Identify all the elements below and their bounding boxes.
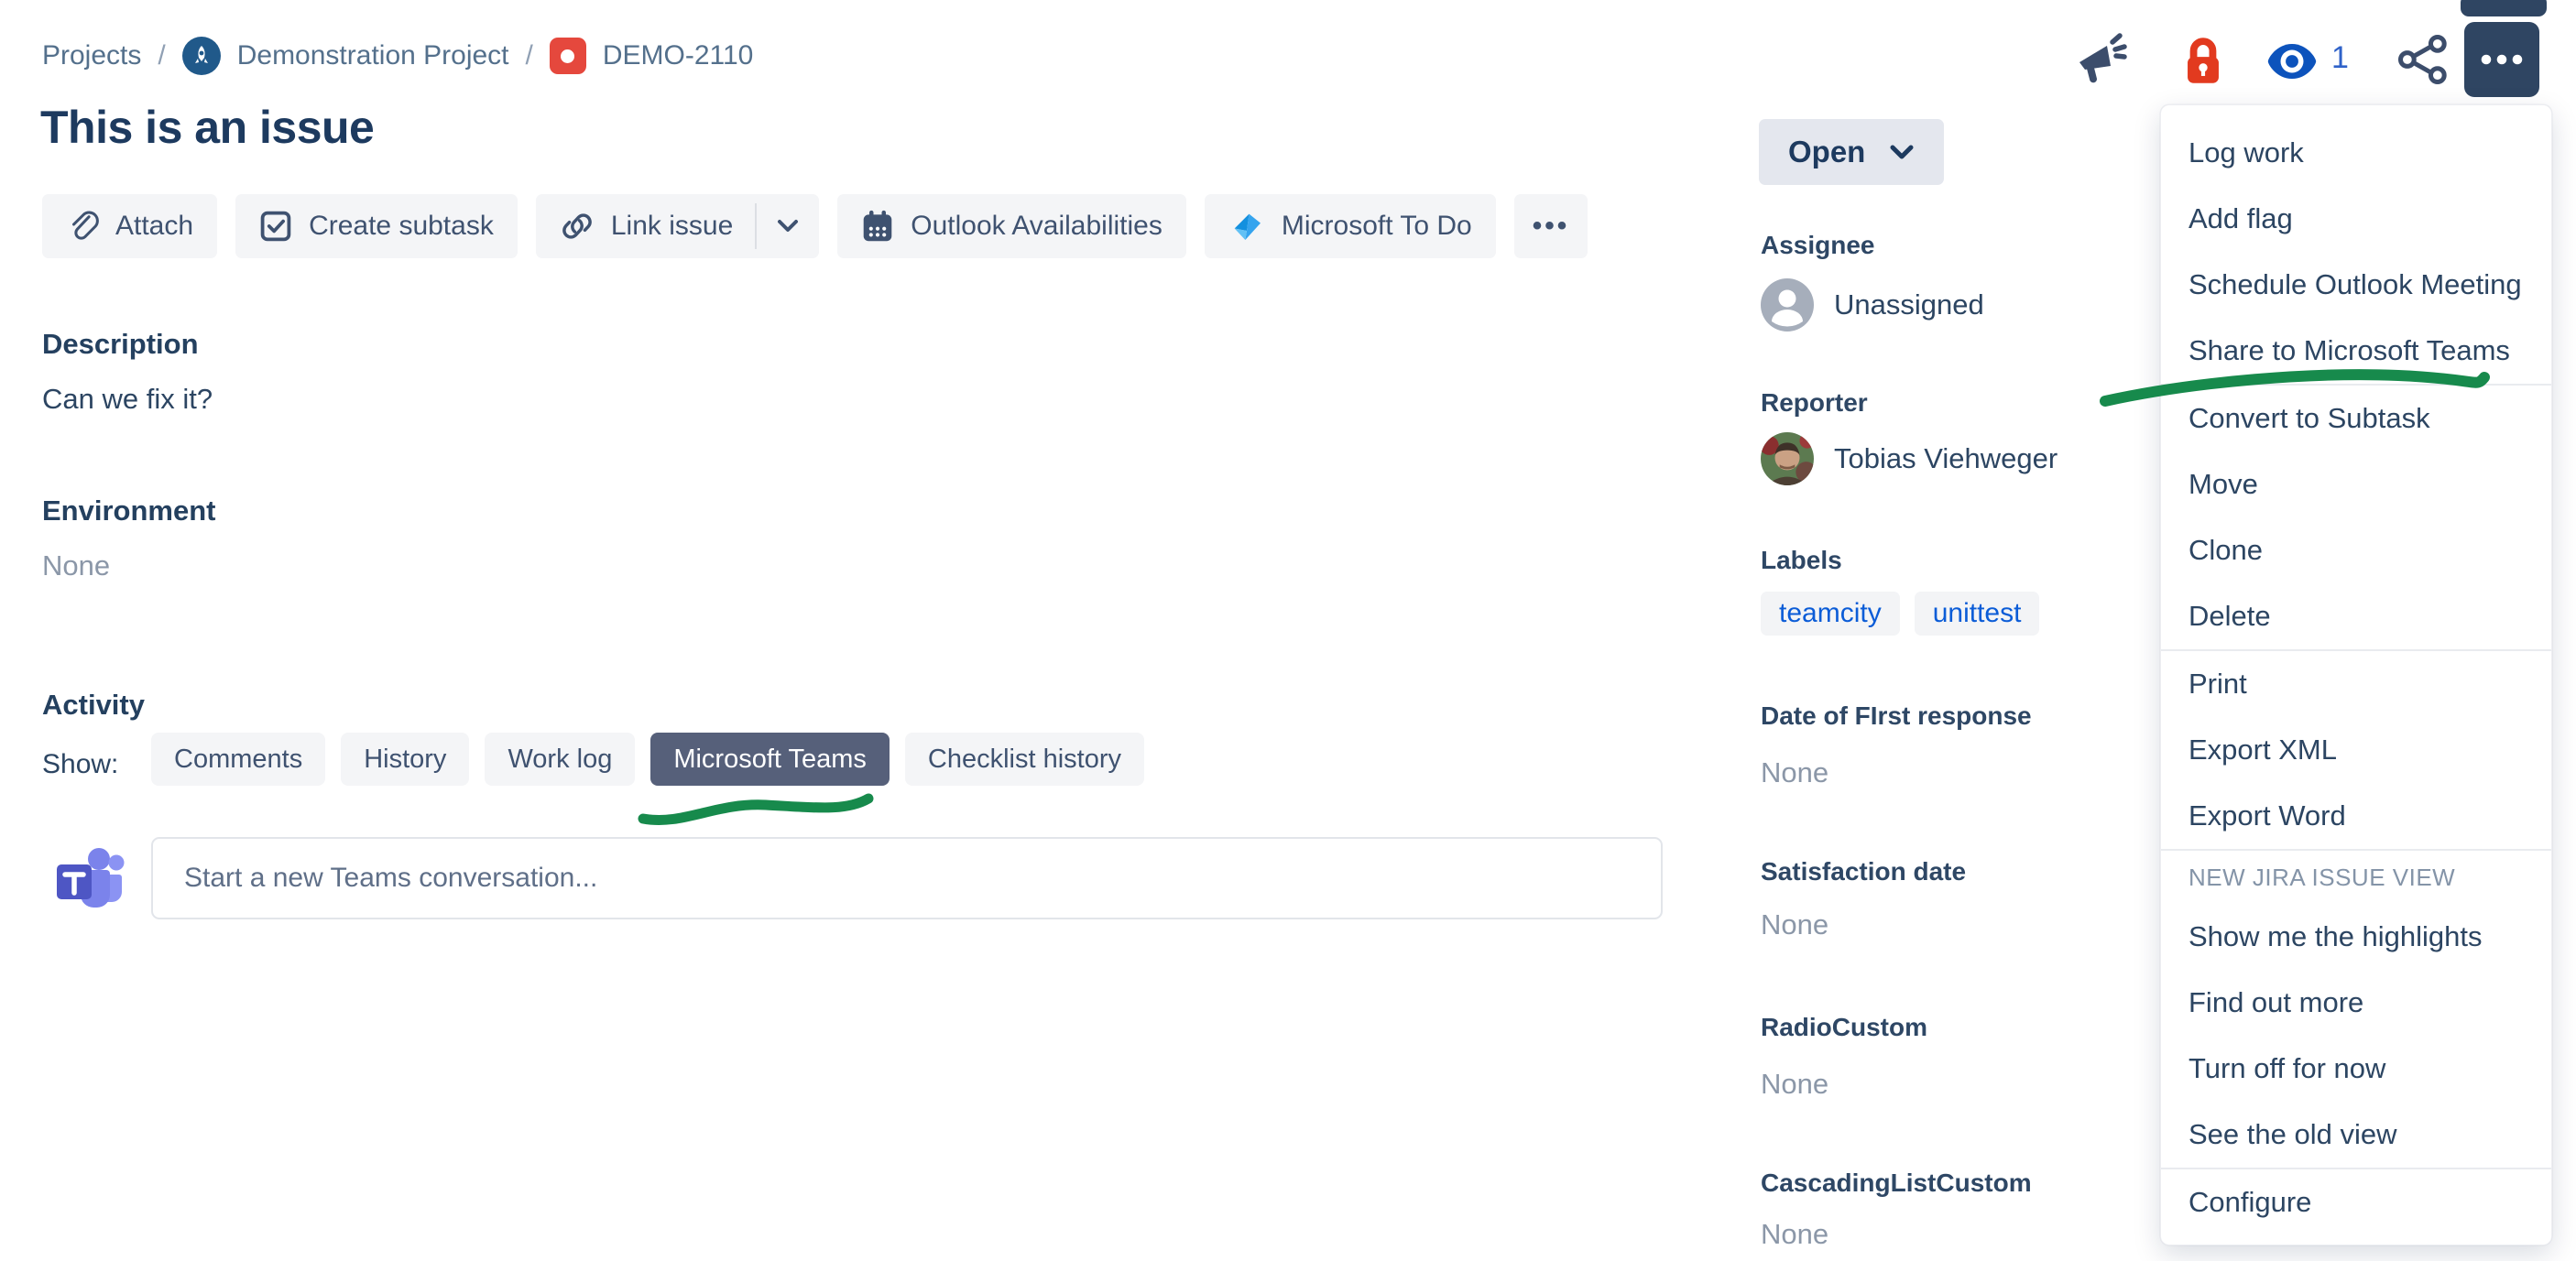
menu-item-delete[interactable]: Delete xyxy=(2161,583,2551,649)
first-response-label: Date of FIrst response xyxy=(1761,701,2032,731)
activity-tabs: Comments History Work log Microsoft Team… xyxy=(151,733,1144,786)
menu-item-configure[interactable]: Configure xyxy=(2161,1169,2551,1235)
first-response-value[interactable]: None xyxy=(1761,756,1828,789)
radiocustom-value[interactable]: None xyxy=(1761,1068,1828,1101)
description-body[interactable]: Can we fix it? xyxy=(42,383,213,416)
breadcrumb-separator: / xyxy=(526,40,533,71)
security-lock-icon[interactable] xyxy=(2178,33,2228,92)
menu-item-export-word[interactable]: Export Word xyxy=(2161,783,2551,849)
unassigned-avatar-icon xyxy=(1761,278,1814,332)
menu-item-convert-to-subtask[interactable]: Convert to Subtask xyxy=(2161,386,2551,451)
satisfaction-date-value[interactable]: None xyxy=(1761,908,1828,941)
menu-item-print[interactable]: Print xyxy=(2161,651,2551,717)
jira-issue-page: Projects / Demonstration Project / DEMO-… xyxy=(0,0,2576,1261)
teams-conversation-input[interactable] xyxy=(151,837,1663,919)
status-label: Open xyxy=(1788,135,1865,169)
breadcrumb-projects-link[interactable]: Projects xyxy=(42,40,141,71)
assignee-row[interactable]: Unassigned xyxy=(1761,278,1984,332)
activity-heading: Activity xyxy=(42,689,145,722)
tab-comments[interactable]: Comments xyxy=(151,733,325,786)
reporter-value: Tobias Viehweger xyxy=(1834,442,2058,475)
menu-item-clone[interactable]: Clone xyxy=(2161,517,2551,583)
tab-checklist-history[interactable]: Checklist history xyxy=(905,733,1144,786)
microsoft-todo-label: Microsoft To Do xyxy=(1282,211,1472,242)
menu-item-turn-off-for-now[interactable]: Turn off for now xyxy=(2161,1036,2551,1102)
menu-section-new-jira-issue-view: NEW JIRA ISSUE VIEW xyxy=(2161,851,2551,904)
announcement-megaphone-icon[interactable] xyxy=(2067,27,2129,94)
radiocustom-label: RadioCustom xyxy=(1761,1013,1927,1042)
breadcrumb-project-link[interactable]: Demonstration Project xyxy=(237,40,509,71)
tab-work-log[interactable]: Work log xyxy=(485,733,635,786)
menu-item-share-to-microsoft-teams[interactable]: Share to Microsoft Teams xyxy=(2161,318,2551,384)
menu-item-find-out-more[interactable]: Find out more xyxy=(2161,970,2551,1036)
cutoff-tooltip-fragment xyxy=(2461,0,2547,16)
label-chip-unittest[interactable]: unittest xyxy=(1915,592,2040,636)
link-issue-button[interactable]: Link issue xyxy=(536,194,755,258)
environment-heading: Environment xyxy=(42,495,215,527)
share-icon[interactable] xyxy=(2396,33,2450,91)
reporter-label: Reporter xyxy=(1761,388,1868,418)
attach-button[interactable]: Attach xyxy=(42,194,217,258)
menu-item-show-me-the-highlights[interactable]: Show me the highlights xyxy=(2161,904,2551,970)
labels-chips: teamcity unittest xyxy=(1761,592,2039,636)
description-heading: Description xyxy=(42,328,199,361)
attach-label: Attach xyxy=(115,211,193,242)
breadcrumb-issue-key-link[interactable]: DEMO-2110 xyxy=(603,40,754,71)
microsoft-teams-logo-icon xyxy=(51,844,125,920)
menu-item-see-the-old-view[interactable]: See the old view xyxy=(2161,1102,2551,1168)
breadcrumb-separator: / xyxy=(158,40,165,71)
cascadinglistcustom-value[interactable]: None xyxy=(1761,1218,1828,1251)
issue-summary-title[interactable]: This is an issue xyxy=(40,101,374,154)
toolbar-more-button[interactable]: ••• xyxy=(1514,194,1588,258)
satisfaction-date-label: Satisfaction date xyxy=(1761,857,1966,886)
labels-label: Labels xyxy=(1761,546,1842,575)
chevron-down-icon xyxy=(777,219,799,234)
link-icon xyxy=(560,209,595,244)
ellipsis-icon: ••• xyxy=(1533,211,1570,242)
green-marker-underline-tab xyxy=(628,784,881,830)
calendar-icon xyxy=(861,209,894,244)
tab-microsoft-teams[interactable]: Microsoft Teams xyxy=(650,733,890,786)
watchers-eye-icon[interactable] xyxy=(2263,38,2321,89)
microsoft-todo-icon xyxy=(1228,208,1265,245)
reporter-avatar xyxy=(1761,432,1814,485)
project-avatar-rocket-icon xyxy=(182,37,221,75)
paperclip-icon xyxy=(66,209,99,244)
link-issue-split-button: Link issue xyxy=(536,194,819,258)
show-label: Show: xyxy=(42,749,118,780)
link-issue-label: Link issue xyxy=(611,211,733,242)
tab-history[interactable]: History xyxy=(341,733,469,786)
issue-type-bug-icon xyxy=(550,38,586,74)
environment-value[interactable]: None xyxy=(42,549,110,582)
outlook-availabilities-button[interactable]: Outlook Availabilities xyxy=(837,194,1186,258)
link-issue-dropdown-button[interactable] xyxy=(757,194,819,258)
chevron-down-icon xyxy=(1889,144,1915,161)
subtask-checkbox-icon xyxy=(259,210,292,243)
microsoft-todo-button[interactable]: Microsoft To Do xyxy=(1205,194,1496,258)
create-subtask-button[interactable]: Create subtask xyxy=(235,194,518,258)
menu-item-add-flag[interactable]: Add flag xyxy=(2161,186,2551,252)
create-subtask-label: Create subtask xyxy=(309,211,494,242)
menu-item-schedule-outlook-meeting[interactable]: Schedule Outlook Meeting xyxy=(2161,252,2551,318)
menu-item-export-xml[interactable]: Export XML xyxy=(2161,717,2551,783)
menu-item-move[interactable]: Move xyxy=(2161,451,2551,517)
menu-item-log-work[interactable]: Log work xyxy=(2161,120,2551,186)
more-actions-menu: Log work Add flag Schedule Outlook Meeti… xyxy=(2160,104,2552,1245)
status-dropdown-button[interactable]: Open xyxy=(1759,119,1944,185)
issue-toolbar: Attach Create subtask Link issue Outlook… xyxy=(42,194,1588,258)
assignee-value: Unassigned xyxy=(1834,288,1984,321)
outlook-availabilities-label: Outlook Availabilities xyxy=(911,211,1162,242)
label-chip-teamcity[interactable]: teamcity xyxy=(1761,592,1900,636)
watch-count[interactable]: 1 xyxy=(2331,40,2349,76)
assignee-label: Assignee xyxy=(1761,231,1875,260)
more-actions-button[interactable] xyxy=(2464,22,2539,97)
breadcrumb: Projects / Demonstration Project / DEMO-… xyxy=(42,37,753,75)
cascadinglistcustom-label: CascadingListCustom xyxy=(1761,1169,2032,1198)
reporter-row[interactable]: Tobias Viehweger xyxy=(1761,432,2058,485)
